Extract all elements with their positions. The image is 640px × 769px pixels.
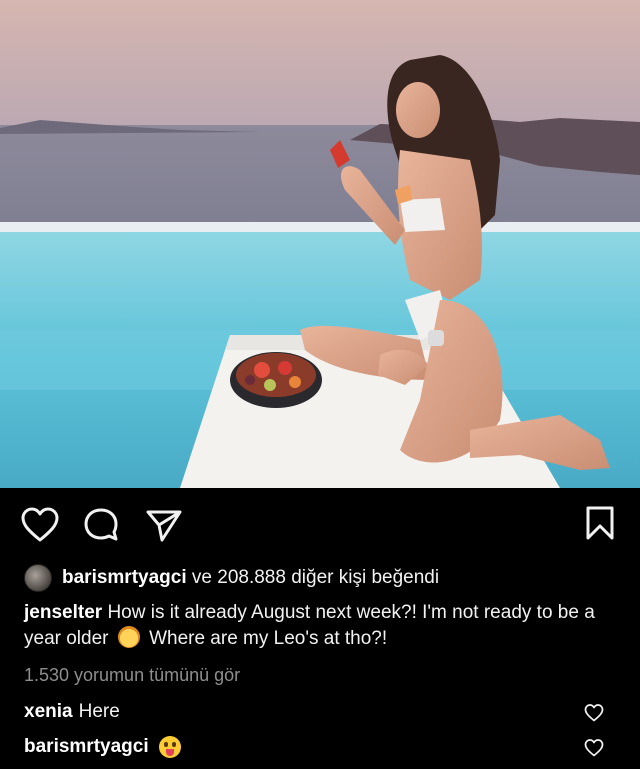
avatar[interactable] <box>24 564 52 592</box>
caption-text-part2: Where are my Leo's at tho?! <box>149 628 388 649</box>
heart-icon[interactable] <box>584 739 604 757</box>
heart-icon[interactable] <box>21 507 59 543</box>
tongue-emoji-icon <box>158 736 181 758</box>
comment-bubble-icon[interactable] <box>83 507 121 543</box>
comment-row: barismrtyagci <box>24 733 624 761</box>
lion-emoji-icon <box>117 626 140 648</box>
post-photo[interactable] <box>0 0 640 488</box>
view-all-comments-link[interactable]: 1.530 yorumun tümünü gör <box>24 665 240 686</box>
comment-username[interactable]: barismrtyagci <box>24 736 149 758</box>
heart-icon[interactable] <box>584 704 604 722</box>
comment-row: xenia Here <box>24 698 624 726</box>
post-caption: jenselter How is it already August next … <box>24 600 624 652</box>
paper-plane-icon[interactable] <box>145 507 183 543</box>
bookmark-icon[interactable] <box>584 505 616 541</box>
caption-username[interactable]: jenselter <box>24 602 102 623</box>
liker-username[interactable]: barismrtyagci <box>62 567 187 588</box>
likes-count-text: ve 208.888 diğer kişi beğendi <box>191 567 440 588</box>
comment-username[interactable]: xenia <box>24 701 73 723</box>
likes-summary[interactable]: barismrtyagci ve 208.888 diğer kişi beğe… <box>24 563 439 593</box>
photo-of-woman-by-pool <box>0 0 640 488</box>
comment-text: Here <box>78 701 120 722</box>
